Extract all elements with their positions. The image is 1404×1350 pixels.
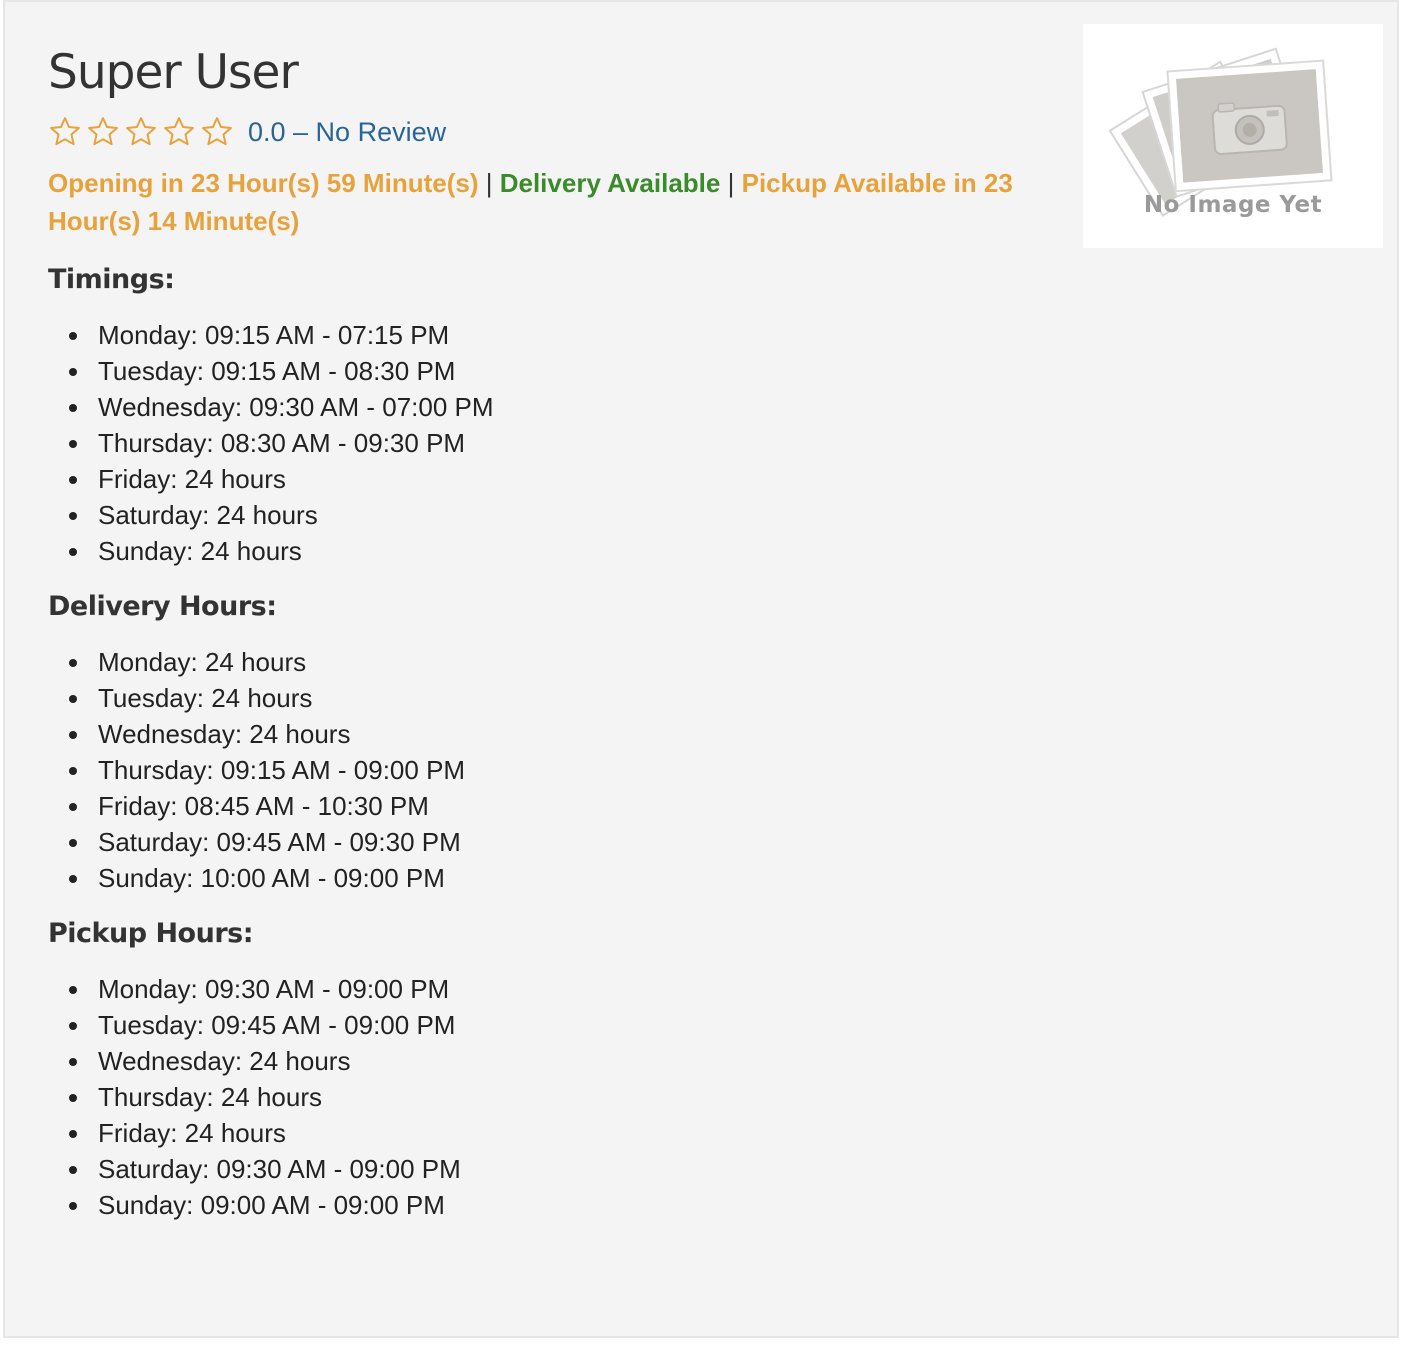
list-item: Saturday: 09:30 AM - 09:00 PM [69,1151,1048,1187]
delivery-hours-heading: Delivery Hours: [48,591,277,622]
list-item: Thursday: 09:15 AM - 09:00 PM [69,752,1048,788]
star-empty-icon [124,115,158,149]
list-item: Friday: 08:45 AM - 10:30 PM [69,788,1048,824]
list-item: Friday: 24 hours [69,461,1048,497]
list-item: Saturday: 24 hours [69,497,1048,533]
status-separator: | [727,168,735,198]
availability-status: Opening in 23 Hour(s) 59 Minute(s) | Del… [48,164,1038,240]
rating-stars[interactable] [48,115,234,149]
list-item: Sunday: 10:00 AM - 09:00 PM [69,860,1048,896]
list-item: Thursday: 24 hours [69,1079,1048,1115]
list-item: Friday: 24 hours [69,1115,1048,1151]
status-separator: | [485,168,493,198]
list-item: Tuesday: 09:15 AM - 08:30 PM [69,353,1048,389]
delivery-status: Delivery Available [499,168,721,198]
list-item: Sunday: 24 hours [69,533,1048,569]
rating-row: 0.0 – No Review [48,112,1048,152]
delivery-hours-list: Monday: 24 hours Tuesday: 24 hours Wedne… [48,644,1048,896]
list-item: Tuesday: 24 hours [69,680,1048,716]
store-info-panel: Super User 0.0 – No Review Opening in 23… [3,0,1399,1338]
star-empty-icon [162,115,196,149]
rating-review-link[interactable]: 0.0 – No Review [248,117,446,148]
list-item: Monday: 24 hours [69,644,1048,680]
store-details: Super User 0.0 – No Review Opening in 23… [48,40,1048,1223]
list-item: Thursday: 08:30 AM - 09:30 PM [69,425,1048,461]
store-image-placeholder: No Image Yet [1083,24,1383,248]
star-empty-icon [86,115,120,149]
pickup-hours-heading: Pickup Hours: [48,918,254,949]
timings-heading: Timings: [48,264,175,295]
list-item: Wednesday: 09:30 AM - 07:00 PM [69,389,1048,425]
list-item: Monday: 09:15 AM - 07:15 PM [69,317,1048,353]
pickup-hours-list: Monday: 09:30 AM - 09:00 PM Tuesday: 09:… [48,971,1048,1223]
list-item: Saturday: 09:45 AM - 09:30 PM [69,824,1048,860]
list-item: Wednesday: 24 hours [69,1043,1048,1079]
timings-list: Monday: 09:15 AM - 07:15 PM Tuesday: 09:… [48,317,1048,569]
star-empty-icon [48,115,82,149]
list-item: Sunday: 09:00 AM - 09:00 PM [69,1187,1048,1223]
opening-status: Opening in 23 Hour(s) 59 Minute(s) [48,168,479,198]
no-image-caption: No Image Yet [1143,192,1323,218]
list-item: Wednesday: 24 hours [69,716,1048,752]
list-item: Tuesday: 09:45 AM - 09:00 PM [69,1007,1048,1043]
store-name: Super User [48,45,299,100]
star-empty-icon [200,115,234,149]
list-item: Monday: 09:30 AM - 09:00 PM [69,971,1048,1007]
